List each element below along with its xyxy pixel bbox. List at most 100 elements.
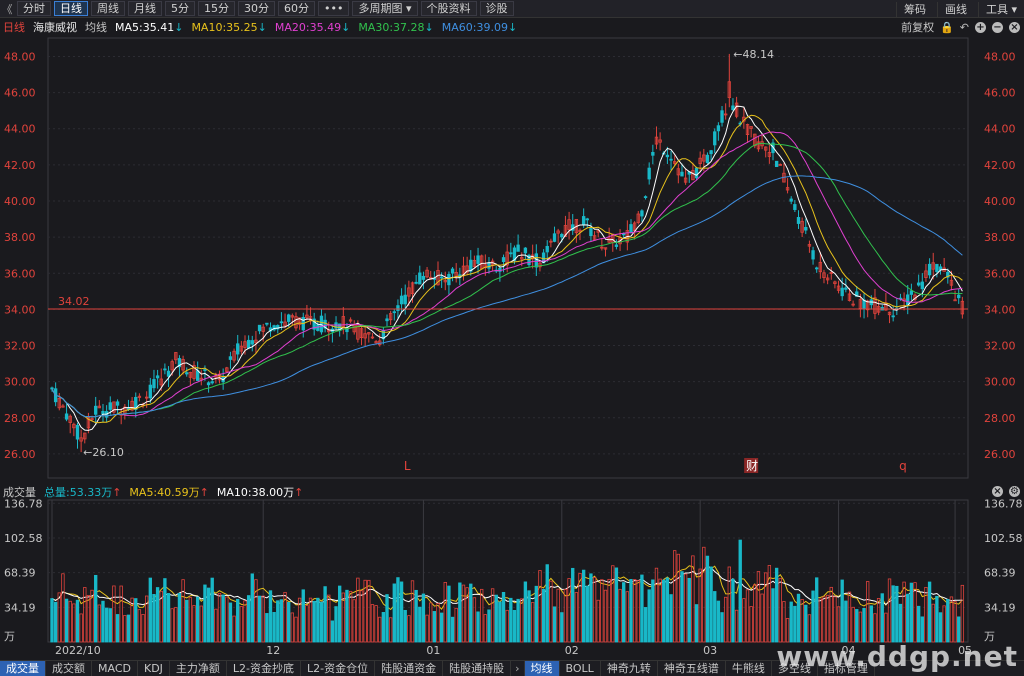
volume-bar [494, 594, 498, 643]
volume-bar [403, 609, 407, 643]
volume-bar [596, 599, 600, 643]
volume-tick-left: 万 [4, 630, 15, 643]
tab-kdj[interactable]: KDJ [138, 661, 170, 676]
tab-hk-connect-funds[interactable]: 陆股通资金 [375, 661, 444, 676]
volume-bar [476, 611, 480, 643]
price-tick-right: 38.00 [984, 231, 1016, 244]
volume-bar [148, 577, 152, 643]
price-tick-right: 28.00 [984, 412, 1016, 425]
volume-bar [505, 609, 509, 643]
candle-body [501, 257, 506, 263]
volume-header: 成交量 总量:53.33万↑ MA5:40.59万↑ MA10:38.00万↑ … [0, 484, 1024, 500]
tab-boll[interactable]: BOLL [560, 661, 601, 676]
candle-body [938, 266, 943, 271]
volume-bar [920, 616, 924, 643]
volume-bar [534, 585, 538, 643]
candle-body [643, 196, 648, 199]
volume-bar [760, 593, 764, 643]
volume-title: 成交量 [3, 486, 36, 499]
volume-bar [702, 546, 706, 643]
settings-icon[interactable]: ⚙ [1009, 486, 1020, 497]
volume-bar [796, 593, 801, 643]
volume-bar [927, 581, 932, 643]
volume-bar [385, 594, 389, 643]
volume-bar [203, 584, 207, 643]
candle-body [844, 287, 848, 290]
volume-bar [654, 567, 659, 643]
volume-bar [334, 606, 338, 643]
tab-turnover[interactable]: 成交额 [46, 661, 92, 676]
max-price-label: ←48.14 [733, 48, 774, 61]
volume-bar [898, 603, 903, 643]
candle-body [906, 294, 910, 306]
volume-bar [225, 596, 229, 643]
tab-magic-five[interactable]: 神奇五线谱 [658, 661, 726, 676]
volume-bar [108, 608, 112, 643]
volume-bar [723, 596, 728, 643]
volume-bar [545, 564, 549, 643]
volume-bar [891, 585, 895, 643]
volume-bar [236, 598, 240, 643]
tab-macd[interactable]: MACD [92, 661, 138, 676]
candle-body [418, 272, 422, 285]
volume-bar [123, 615, 127, 643]
volume-bar [552, 606, 557, 643]
volume-bar [323, 586, 327, 643]
candle-body [75, 424, 80, 440]
volume-bar [869, 605, 873, 643]
volume-bar [414, 589, 418, 643]
volume-bar [115, 614, 120, 643]
candle-body [720, 110, 724, 123]
volume-ma5: MA5:40.59万↑ [129, 484, 208, 500]
volume-bar [585, 585, 589, 643]
volume-bar [778, 577, 782, 643]
tab-l2-bottom[interactable]: L2-资金抄底 [227, 661, 302, 676]
volume-bar [418, 606, 422, 643]
ma30-line [51, 142, 963, 418]
candle-body [716, 125, 721, 132]
close-indicator-icon[interactable]: × [992, 486, 1003, 497]
up-arrow-icon: ↑ [199, 486, 209, 499]
candle-body [185, 372, 189, 375]
volume-bar [301, 589, 305, 643]
volume-bar [195, 596, 200, 643]
volume-bar [913, 582, 917, 643]
price-tick-left: 28.00 [4, 412, 36, 425]
volume-bar [72, 603, 76, 643]
tab-volume[interactable]: 成交量 [0, 661, 46, 676]
tab-magic-nine[interactable]: 神奇九转 [601, 661, 658, 676]
volume-bar [916, 605, 921, 643]
volume-bar [665, 577, 670, 643]
volume-bar [658, 578, 662, 643]
kline-chart[interactable]: 48.00 48.00 46.00 46.00 44.00 44.00 42.00 42.00… [0, 0, 1024, 660]
price-tick-left: 32.00 [4, 340, 36, 353]
scroll-right-icon[interactable]: › [511, 661, 525, 676]
volume-bar [774, 567, 779, 643]
volume-bar [472, 597, 477, 643]
volume-bar [632, 579, 637, 643]
volume-bar [206, 587, 211, 643]
tab-hk-connect-holdings[interactable]: 陆股通持股 [443, 661, 512, 676]
volume-bar [563, 588, 568, 643]
tab-bull-bear[interactable]: 牛熊线 [726, 661, 772, 676]
volume-bar [938, 612, 943, 643]
volume-bar [461, 584, 466, 643]
volume-bar [378, 616, 382, 643]
volume-bar [425, 614, 429, 643]
volume-bar [501, 591, 506, 643]
volume-bar [246, 595, 251, 643]
volume-bar [210, 577, 214, 643]
volume-bar [356, 577, 360, 643]
volume-bar [592, 577, 597, 643]
tab-l2-position[interactable]: L2-资金仓位 [301, 661, 376, 676]
volume-bar [902, 581, 906, 643]
volume-bar [705, 555, 710, 643]
volume-bar [884, 612, 888, 643]
volume-bar [381, 612, 386, 643]
tab-ma[interactable]: 均线 [524, 661, 560, 676]
chart-axes: 48.00 48.00 46.00 46.00 44.00 44.00 42.00 42.00… [4, 48, 1023, 657]
tab-main-net[interactable]: 主力净额 [170, 661, 227, 676]
candle-body [545, 245, 549, 253]
candle-body [152, 379, 156, 389]
volume-bar [935, 595, 939, 643]
